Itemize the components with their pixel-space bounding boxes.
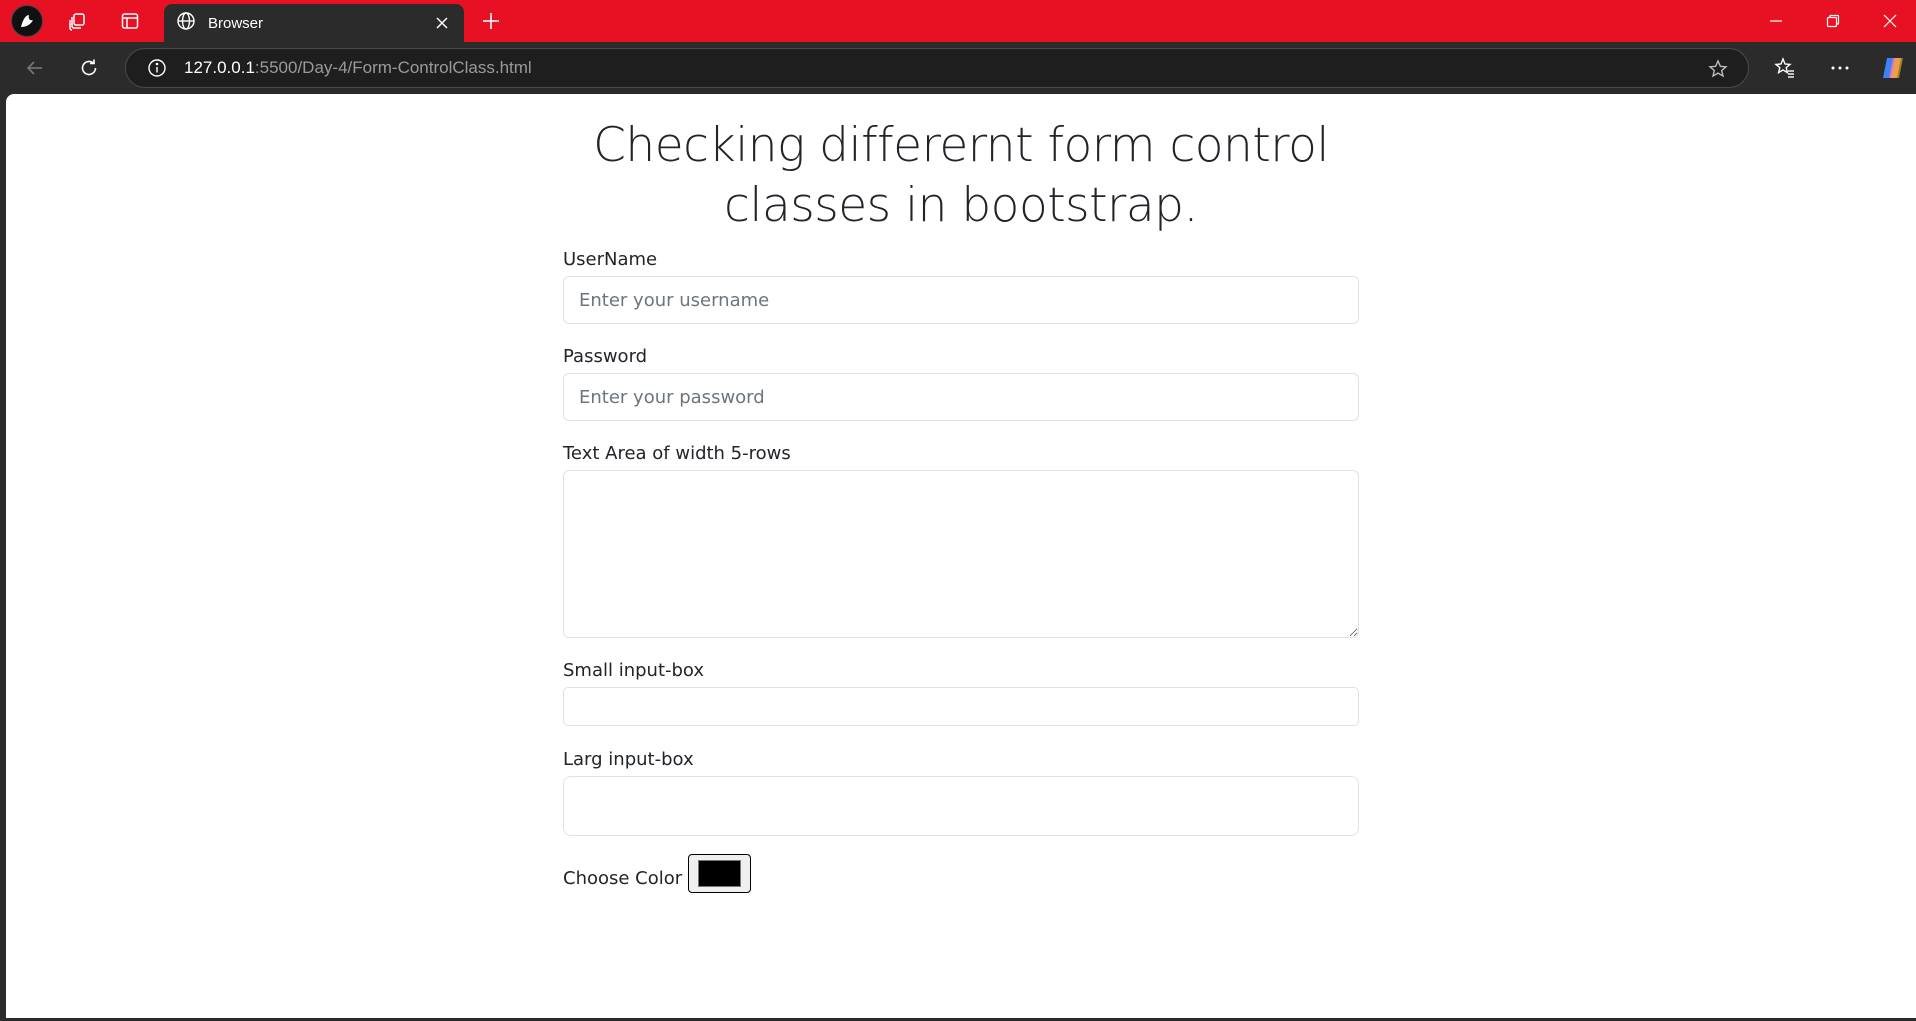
url-text[interactable]: 127.0.0.1:5500/Day-4/Form-ControlClass.h… — [184, 58, 532, 78]
copilot-icon[interactable] — [1876, 51, 1910, 85]
tab-title: Browser — [208, 14, 264, 32]
workspaces-icon[interactable] — [62, 6, 92, 36]
address-toolbar: 127.0.0.1:5500/Day-4/Form-ControlClass.h… — [0, 42, 1916, 92]
textarea-group: Text Area of width 5-rows — [563, 442, 1359, 638]
color-swatch — [698, 860, 742, 887]
restore-icon[interactable] — [1805, 0, 1861, 42]
close-icon[interactable] — [428, 9, 456, 37]
page-title: Checking differernt form control classes… — [593, 118, 1329, 233]
title-bar: Browser — [0, 0, 1916, 42]
globe-icon — [176, 11, 196, 36]
username-label: UserName — [563, 249, 658, 270]
color-group: Choose Color — [563, 854, 752, 893]
page-viewport: Checking differernt form control classes… — [6, 94, 1916, 1018]
more-icon[interactable] — [1823, 51, 1857, 85]
color-picker[interactable] — [688, 854, 752, 893]
password-label: Password — [563, 346, 648, 367]
textarea-label: Text Area of width 5-rows — [563, 443, 791, 464]
small-input-group: Small input-box — [563, 659, 1359, 726]
address-bar[interactable]: 127.0.0.1:5500/Day-4/Form-ControlClass.h… — [125, 48, 1749, 88]
url-path: :5500/Day-4/Form-ControlClass.html — [254, 58, 532, 77]
username-group: UserName — [563, 248, 1359, 324]
profile-icon[interactable] — [11, 5, 43, 37]
minimize-icon[interactable] — [1748, 0, 1804, 42]
info-icon[interactable] — [144, 55, 170, 81]
refresh-icon[interactable] — [72, 51, 106, 85]
small-input[interactable] — [563, 687, 1359, 726]
password-input[interactable] — [563, 373, 1359, 421]
large-input[interactable] — [563, 776, 1359, 836]
small-input-label: Small input-box — [563, 660, 705, 681]
color-label: Choose Color — [563, 867, 683, 889]
large-input-label: Larg input-box — [563, 749, 694, 770]
star-icon[interactable] — [1704, 55, 1732, 83]
close-window-icon[interactable] — [1862, 0, 1916, 42]
favorites-icon[interactable] — [1768, 51, 1802, 85]
tab-active[interactable]: Browser — [164, 4, 464, 42]
large-input-group: Larg input-box — [563, 748, 1359, 836]
username-input[interactable] — [563, 276, 1359, 324]
textarea-input[interactable] — [563, 470, 1359, 638]
password-group: Password — [563, 345, 1359, 421]
url-host: 127.0.0.1 — [184, 58, 255, 77]
tab-actions-icon[interactable] — [115, 6, 145, 36]
plus-icon[interactable] — [476, 6, 506, 36]
back-icon[interactable] — [18, 51, 52, 85]
